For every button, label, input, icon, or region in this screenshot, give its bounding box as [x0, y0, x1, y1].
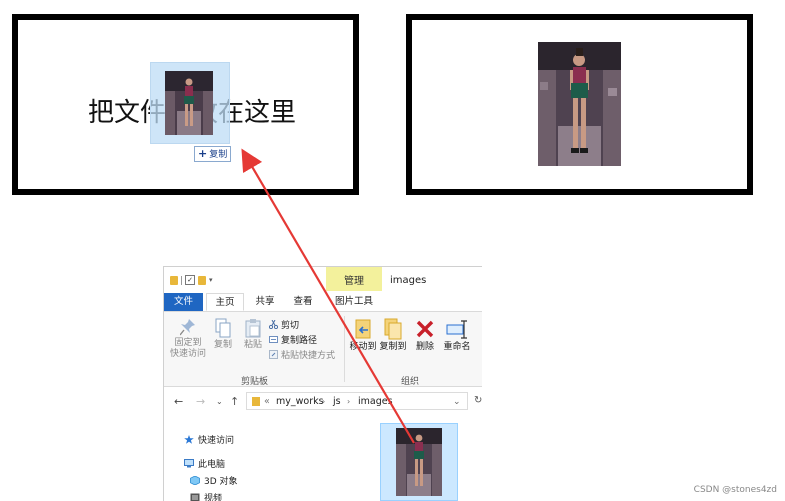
copy-icon: [215, 318, 231, 338]
drop-zone[interactable]: 把文件拖放在这里 +复制: [12, 14, 359, 195]
watermark: CSDN @stones4zd: [694, 485, 777, 495]
chevron-down-icon[interactable]: ▾: [209, 276, 213, 284]
move-to-icon: [354, 318, 372, 340]
back-arrow-icon[interactable]: ←: [174, 395, 183, 408]
navigation-pane: 快速访问 此电脑 3D 对象 视频: [164, 417, 364, 501]
up-arrow-icon[interactable]: ↑: [230, 395, 239, 408]
window-title: images: [390, 275, 426, 286]
paste-label: 粘贴: [240, 340, 266, 351]
paste-shortcut-icon: [269, 350, 278, 359]
rename-button[interactable]: 重命名: [442, 318, 472, 353]
ribbon-tabs: 文件 主页 共享 查看 图片工具: [164, 293, 482, 312]
move-to-label: 移动到: [348, 342, 378, 353]
chevron-down-icon[interactable]: ⌄: [453, 397, 461, 407]
paste-icon: [245, 318, 261, 338]
copy-label: 复制: [210, 340, 236, 351]
cube-icon: [190, 476, 200, 485]
ribbon-group-separator: [344, 316, 345, 382]
paste-shortcut-label: 粘贴快捷方式: [281, 348, 335, 361]
breadcrumb-my-works[interactable]: my_works: [276, 396, 324, 407]
paste-button[interactable]: 粘贴: [240, 318, 266, 351]
plus-icon: +: [198, 147, 207, 160]
nav-item-this-pc[interactable]: 此电脑: [184, 457, 225, 470]
delete-label: 删除: [412, 342, 438, 353]
nav-item-3d-objects[interactable]: 3D 对象: [190, 474, 238, 487]
this-pc-label: 此电脑: [198, 457, 225, 470]
tab-picture-tools[interactable]: 图片工具: [326, 293, 382, 311]
recent-locations-chevron-icon[interactable]: ⌄: [216, 397, 223, 406]
copy-to-button[interactable]: 复制到: [378, 318, 408, 353]
delete-button[interactable]: 删除: [412, 318, 438, 353]
copy-path-label: 复制路径: [281, 333, 317, 346]
rename-label: 重命名: [442, 342, 472, 353]
preview-area: [406, 14, 753, 195]
manage-context-tab[interactable]: 管理: [326, 267, 382, 291]
copy-hint-label: 复制: [209, 150, 227, 160]
pin-label-1: 固定到: [170, 338, 206, 349]
drag-ghost-photo: [165, 71, 213, 135]
file-explorer-window: ✓ ▾ 管理 images 文件 主页 共享 查看 图片工具 固定到 快速访问 …: [163, 266, 482, 501]
tab-home[interactable]: 主页: [206, 293, 244, 311]
quick-access-label: 快速访问: [198, 433, 234, 446]
pin-to-quick-access-button[interactable]: 固定到 快速访问: [170, 318, 206, 360]
tab-share[interactable]: 共享: [250, 293, 280, 311]
preview-image: [538, 42, 621, 166]
chevron-right-icon[interactable]: ›: [322, 397, 325, 406]
red-x-icon: [416, 318, 434, 340]
checkbox-icon[interactable]: ✓: [185, 275, 195, 285]
tab-view[interactable]: 查看: [288, 293, 318, 311]
move-to-button[interactable]: 移动到: [348, 318, 378, 353]
address-box[interactable]: « my_works › js › images ⌄: [246, 392, 468, 410]
paste-shortcut-button[interactable]: 粘贴快捷方式: [269, 348, 335, 361]
address-overflow[interactable]: «: [264, 396, 270, 407]
clipboard-group-label: 剪贴板: [241, 374, 268, 387]
pin-icon: [180, 318, 196, 336]
forward-arrow-icon[interactable]: →: [196, 395, 205, 408]
title-bar: ✓ ▾ 管理 images: [164, 267, 482, 291]
ribbon: 固定到 快速访问 复制 粘贴 剪切 复制路径 粘贴快捷方式: [164, 312, 482, 387]
objects-3d-label: 3D 对象: [204, 474, 238, 487]
cut-button[interactable]: 剪切: [269, 318, 299, 331]
copy-to-label: 复制到: [378, 342, 408, 353]
copy-button[interactable]: 复制: [210, 318, 236, 351]
separator: [181, 276, 182, 285]
drag-ghost-image: [150, 62, 230, 144]
copy-path-icon: [269, 335, 278, 344]
folder-icon: [252, 397, 260, 406]
folder-icon[interactable]: [198, 276, 206, 285]
rename-icon: [446, 318, 468, 340]
quick-access-toolbar: ✓ ▾: [170, 275, 213, 285]
chevron-right-icon[interactable]: ›: [347, 397, 350, 406]
file-thumbnail: [396, 428, 442, 496]
refresh-icon[interactable]: ↻: [474, 395, 482, 406]
breadcrumb-js[interactable]: js: [333, 396, 341, 407]
cut-label: 剪切: [281, 318, 299, 331]
breadcrumb-images[interactable]: images: [358, 396, 393, 407]
copy-to-icon: [384, 318, 402, 340]
organize-group-label: 组织: [401, 374, 419, 387]
pin-label-2: 快速访问: [170, 349, 206, 360]
scissors-icon: [269, 320, 278, 329]
copy-path-button[interactable]: 复制路径: [269, 333, 317, 346]
computer-icon: [184, 459, 194, 468]
selected-image-file[interactable]: [380, 423, 458, 501]
folder-icon[interactable]: [170, 276, 178, 285]
copy-cursor-hint: +复制: [194, 146, 231, 162]
nav-item-quick-access[interactable]: 快速访问: [184, 433, 234, 446]
navigation-bar: ← → ⌄ ↑ « my_works › js › images ⌄ ↻: [164, 389, 482, 413]
tab-file[interactable]: 文件: [164, 293, 203, 311]
star-icon: [184, 435, 194, 444]
